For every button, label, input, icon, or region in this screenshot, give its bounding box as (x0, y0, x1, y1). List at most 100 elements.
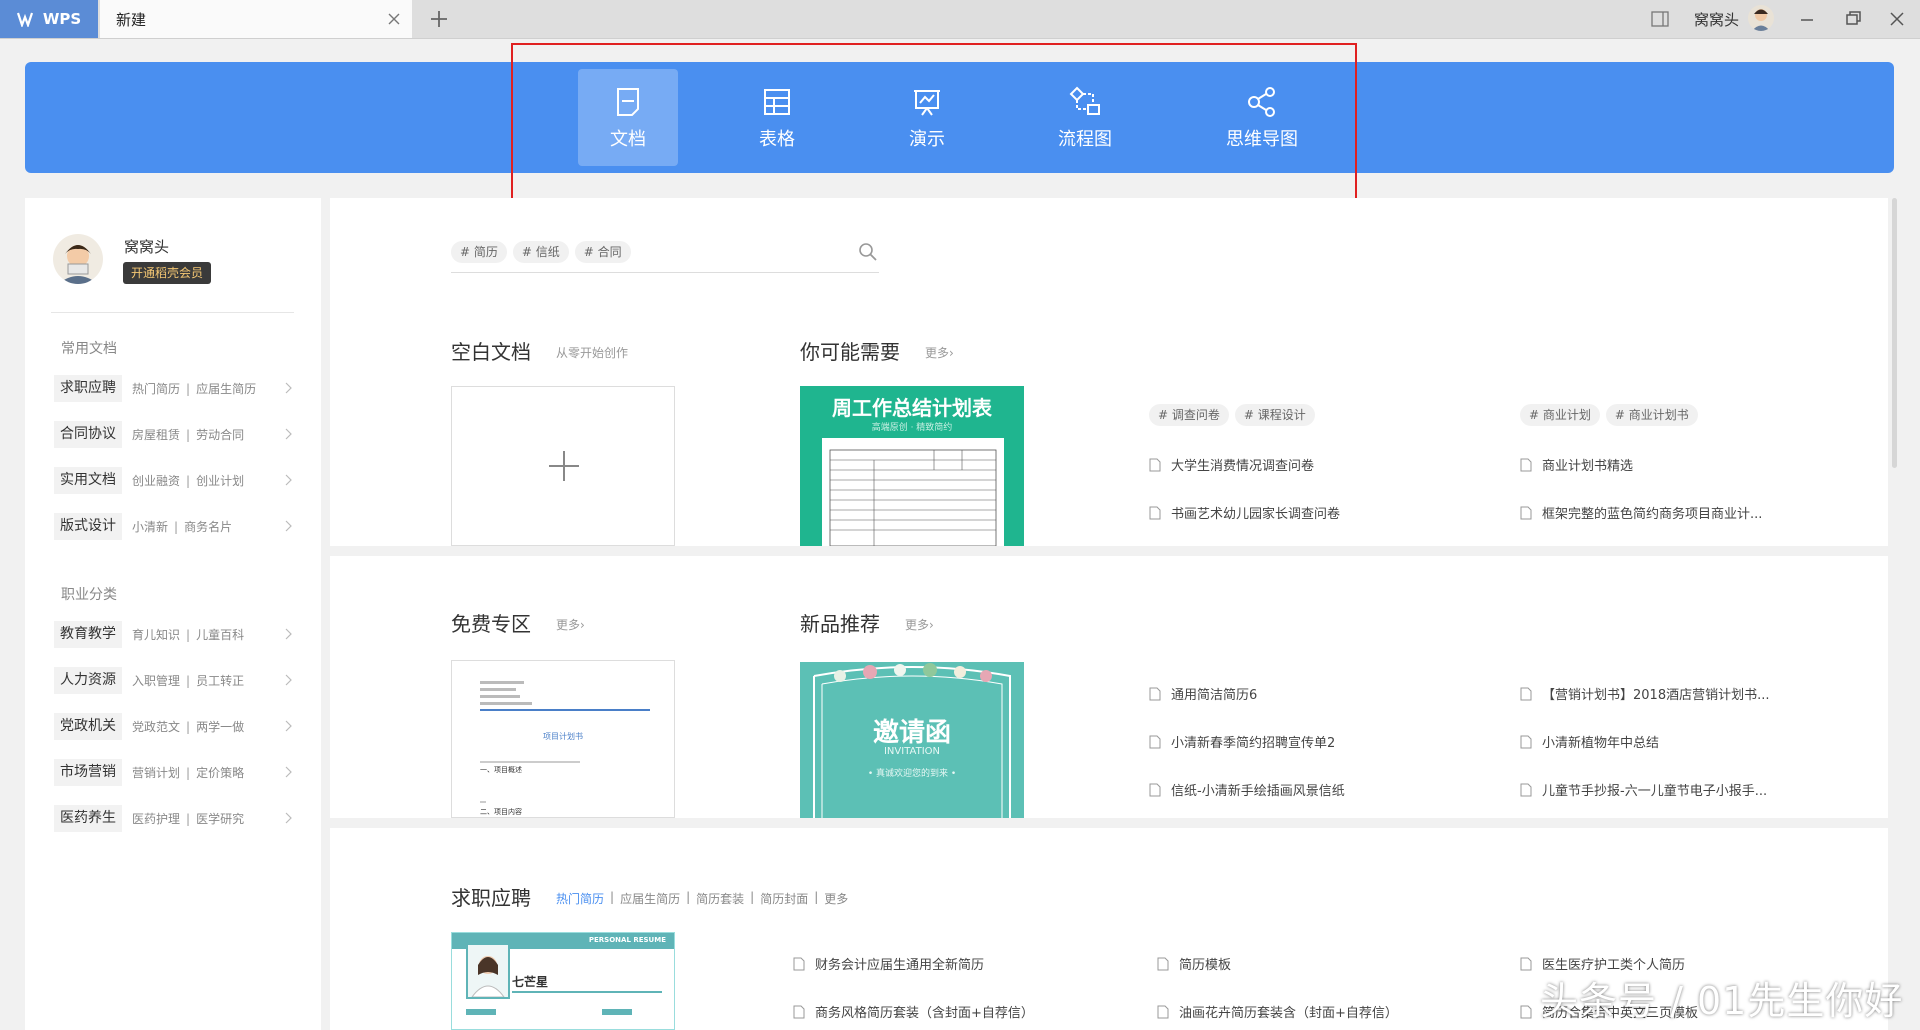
template-link[interactable]: 儿童节手抄报-六一儿童节电子小报手... (1520, 780, 1767, 799)
template-thumbnail[interactable]: 邀请函 INVITATION • 真诚欢迎您的到来 • (800, 662, 1024, 818)
sidebar-toggle-icon[interactable] (1650, 9, 1670, 29)
filter-graduate-resume[interactable]: 应届生简历 (620, 890, 680, 907)
template-thumbnail[interactable]: 周工作总结计划表 高端原创 · 精致简约 (800, 386, 1024, 546)
chevron-right-icon (285, 520, 292, 532)
subcategory-link[interactable]: 育儿知识 (132, 628, 180, 642)
chevron-right-icon (285, 382, 292, 394)
thumb-header-text: PERSONAL RESUME (588, 936, 666, 944)
thumb-subtitle: INVITATION (883, 746, 941, 757)
subcategory-link[interactable]: 员工转正 (196, 674, 244, 688)
file-icon (1520, 957, 1532, 970)
template-link[interactable]: 小清新植物年中总结 (1520, 732, 1659, 751)
search-tag[interactable]: # 简历 (451, 241, 507, 263)
template-link[interactable]: 信纸-小清新手绘插画风景信纸 (1149, 780, 1345, 799)
filter-resume-set[interactable]: 简历套装 (696, 890, 744, 907)
subcategory-link[interactable]: 小清新 (132, 520, 168, 534)
subcategory-link[interactable]: 医药护理 (132, 812, 180, 826)
category-row[interactable]: 党政机关 党政范文 | 两学一做 (54, 711, 298, 741)
separator: | (686, 890, 691, 904)
filter-more[interactable]: 更多 (824, 890, 848, 907)
subcategory-link[interactable]: 创业计划 (196, 474, 244, 488)
template-link[interactable]: 【营销计划书】2018酒店营销计划书... (1520, 684, 1769, 703)
file-icon (1149, 458, 1161, 471)
subcategory-link[interactable]: 党政范文 (132, 720, 180, 734)
template-link[interactable]: 大学生消费情况调查问卷 (1149, 455, 1314, 474)
file-icon (1149, 735, 1161, 748)
category-label: 实用文档 (54, 466, 122, 494)
blank-document-tile[interactable] (451, 386, 675, 546)
category-row[interactable]: 医药养生 医药护理 | 医学研究 (54, 803, 298, 833)
separator: | (174, 519, 179, 534)
template-link[interactable]: 通用简洁简历6 (1149, 684, 1257, 703)
category-row[interactable]: 合同协议 房屋租赁 | 劳动合同 (54, 419, 298, 449)
close-icon[interactable] (384, 9, 404, 29)
template-link[interactable]: 框架完整的蓝色简约商务项目商业计... (1520, 503, 1762, 522)
subcategory-link[interactable]: 入职管理 (132, 674, 180, 688)
template-link-label: 商务风格简历套装（含封面+自荐信） (815, 1006, 1034, 1021)
subcategory-links: 育儿知识 | 儿童百科 (132, 626, 244, 643)
avatar[interactable] (53, 234, 103, 284)
template-thumbnail[interactable]: PERSONAL RESUME 七芒星 (451, 932, 675, 1030)
recommend-more-link[interactable]: 更多› (925, 344, 954, 361)
new-arrivals-more-link[interactable]: 更多› (905, 616, 934, 633)
thumb-title: 周工作总结计划表 (832, 396, 992, 420)
subcategory-link[interactable]: 创业融资 (132, 474, 180, 488)
template-link[interactable]: 商业计划书精选 (1520, 455, 1633, 474)
subcategory-link[interactable]: 房屋租赁 (132, 428, 180, 442)
thumb-label-block (466, 1009, 496, 1015)
window-close-icon[interactable] (1880, 4, 1914, 34)
free-zone-more-link[interactable]: 更多› (556, 616, 585, 633)
search-icon[interactable] (858, 242, 878, 262)
category-row[interactable]: 市场营销 营销计划 | 定价策略 (54, 757, 298, 787)
category-row[interactable]: 人力资源 入职管理 | 员工转正 (54, 665, 298, 695)
template-link[interactable]: 油画花卉简历套装含（封面+自荐信） (1157, 1002, 1398, 1021)
tag-pill[interactable]: # 商业计划 (1520, 404, 1600, 426)
subcategory-link[interactable]: 营销计划 (132, 766, 180, 780)
template-search-box[interactable]: # 简历 # 信纸 # 合同 (451, 240, 879, 273)
restore-icon[interactable] (1836, 4, 1870, 34)
filter-hot-resume[interactable]: 热门简历 (556, 890, 604, 907)
template-link[interactable]: 小清新春季简约招聘宣传单2 (1149, 732, 1335, 751)
subcategory-link[interactable]: 两学一做 (196, 720, 244, 734)
template-link[interactable]: 简历模板 (1157, 954, 1231, 973)
chevron-right-icon (285, 428, 292, 440)
scrollbar[interactable] (1892, 198, 1897, 468)
wps-app-tab[interactable]: WPS (0, 0, 98, 38)
template-link[interactable]: 书画艺术幼儿园家长调查问卷 (1149, 503, 1340, 522)
category-row[interactable]: 教育教学 育儿知识 | 儿童百科 (54, 619, 298, 649)
vip-membership-button[interactable]: 开通稻壳会员 (123, 262, 212, 284)
category-row[interactable]: 版式设计 小清新 | 商务名片 (54, 511, 298, 541)
template-link-label: 通用简洁简历6 (1171, 688, 1258, 703)
subcategory-link[interactable]: 热门简历 (132, 382, 180, 396)
category-row[interactable]: 求职应聘 热门简历 | 应届生简历 (54, 373, 298, 403)
tab-new[interactable]: 新建 (100, 0, 412, 38)
template-thumbnail[interactable]: 项目计划书 一、项目概述 二、项目内容 (451, 660, 675, 818)
new-tab-icon[interactable] (426, 6, 452, 32)
subcategory-links: 小清新 | 商务名片 (132, 518, 232, 535)
category-label: 求职应聘 (54, 374, 122, 402)
user-name-label[interactable]: 窝窝头 (1694, 9, 1739, 30)
template-link[interactable]: 商务风格简历套装（含封面+自荐信） (793, 1002, 1034, 1021)
category-row[interactable]: 实用文档 创业融资 | 创业计划 (54, 465, 298, 495)
tag-pill[interactable]: # 商业计划书 (1605, 404, 1698, 426)
subcategory-link[interactable]: 儿童百科 (196, 628, 244, 642)
avatar[interactable] (1748, 5, 1774, 31)
subcategory-link[interactable]: 商务名片 (184, 520, 232, 534)
category-label: 市场营销 (54, 758, 122, 786)
minimize-icon[interactable] (1790, 4, 1824, 34)
tag-pill[interactable]: # 调查问卷 (1149, 404, 1229, 426)
search-tag[interactable]: # 信纸 (512, 241, 569, 263)
subcategory-link[interactable]: 应届生简历 (196, 382, 256, 396)
subcategory-link[interactable]: 劳动合同 (196, 428, 244, 442)
subcategory-link[interactable]: 定价策略 (196, 766, 244, 780)
search-tag[interactable]: # 合同 (574, 241, 631, 263)
template-link[interactable]: 财务会计应届生通用全新简历 (793, 954, 984, 973)
separator: | (750, 890, 755, 904)
filter-resume-cover[interactable]: 简历封面 (760, 890, 808, 907)
category-label: 医药养生 (54, 804, 122, 832)
file-icon (1149, 506, 1161, 519)
tag-pill[interactable]: # 课程设计 (1234, 404, 1315, 426)
template-link-label: 油画花卉简历套装含（封面+自荐信） (1179, 1006, 1398, 1021)
subcategory-links: 创业融资 | 创业计划 (132, 472, 244, 489)
subcategory-link[interactable]: 医学研究 (196, 812, 244, 826)
